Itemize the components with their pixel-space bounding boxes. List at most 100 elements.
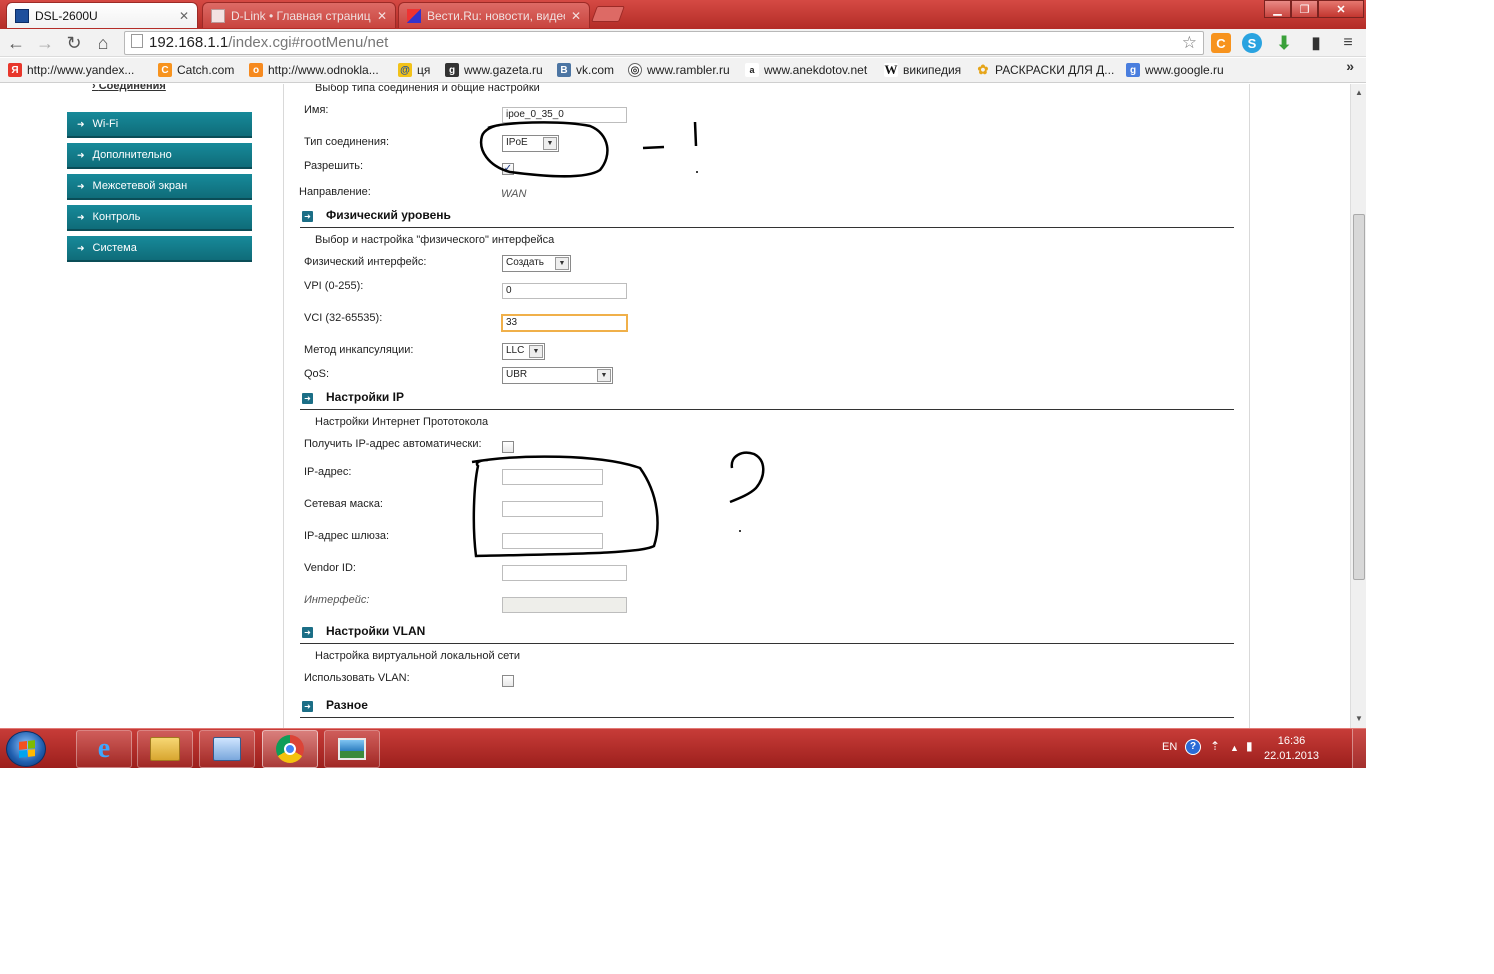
odnoklassniki-icon: o [249, 63, 263, 77]
explorer-folder-icon[interactable] [137, 730, 193, 768]
show-hidden-icons-icon[interactable]: ▲ [1230, 743, 1239, 753]
close-tab-icon[interactable]: ✕ [179, 9, 189, 23]
language-indicator[interactable]: EN [1162, 741, 1177, 753]
new-tab-button[interactable] [591, 6, 625, 22]
network-icon[interactable]: ⇡ [1210, 739, 1220, 753]
internet-explorer-icon[interactable]: e [76, 730, 132, 768]
subnet-mask-field[interactable] [502, 501, 603, 517]
qos-label: QoS: [304, 368, 330, 380]
vci-field[interactable]: 33 [501, 314, 628, 332]
scroll-thumb[interactable] [1353, 214, 1365, 580]
show-desktop-button[interactable] [1352, 729, 1366, 768]
image-viewer-icon[interactable] [324, 730, 380, 768]
section-arrow-icon: ➜ [302, 211, 313, 222]
bookmark-anekdotov[interactable]: a www.anekdotov.net [745, 62, 867, 78]
page-scrollbar[interactable]: ▲ ▼ [1350, 84, 1366, 728]
close-tab-icon[interactable]: ✕ [571, 9, 581, 23]
auto-ip-checkbox[interactable] [502, 441, 514, 453]
reload-button[interactable]: ↻ [62, 31, 86, 55]
scroll-up-icon[interactable]: ▲ [1351, 88, 1366, 97]
volume-icon[interactable]: ▮ [1246, 739, 1253, 753]
sidebar-item-control[interactable]: ➜ Контроль [67, 205, 252, 231]
start-button[interactable] [6, 731, 46, 767]
bookmark-gazeta[interactable]: g www.gazeta.ru [445, 62, 543, 78]
catch-extension-icon[interactable]: C [1211, 33, 1231, 53]
control-panel-icon[interactable] [199, 730, 255, 768]
sidebar-item-firewall[interactable]: ➜ Межсетевой экран [67, 174, 252, 200]
scroll-down-icon[interactable]: ▼ [1351, 714, 1366, 723]
vlan-description: Настройка виртуальной локальной сети [315, 650, 521, 662]
window-controls: ▁ ❐ ✕ [1264, 0, 1364, 18]
enable-checkbox[interactable]: ✓ [502, 163, 514, 175]
close-window-button[interactable]: ✕ [1318, 0, 1364, 18]
bookmark-star-icon[interactable]: ☆ [1182, 33, 1197, 53]
chevron-down-icon: ▼ [555, 257, 569, 270]
arrow-right-icon: ➜ [77, 149, 85, 160]
bookmark-wikipedia[interactable]: Wвикипедия [884, 62, 961, 78]
clock[interactable]: 16:36 22.01.2013 [1264, 734, 1319, 764]
bookmarks-overflow-button[interactable]: » [1346, 58, 1354, 74]
back-button[interactable]: ← [4, 31, 28, 55]
auto-ip-label: Получить IP-адрес автоматически: [304, 438, 482, 450]
tab-dsl-2600u[interactable]: DSL-2600U ✕ [6, 2, 198, 28]
help-icon[interactable]: ? [1185, 739, 1201, 755]
use-vlan-checkbox[interactable] [502, 675, 514, 687]
forward-button[interactable]: → [33, 31, 57, 55]
close-tab-icon[interactable]: ✕ [377, 9, 387, 23]
physical-description: Выбор и настройка "физического" интерфей… [315, 234, 555, 246]
bookmarks-bar: Яhttp://www.yandex... C Catch.com o http:/… [0, 58, 1366, 83]
bookmark-catch[interactable]: C Catch.com [158, 62, 234, 78]
bookmark-yandex[interactable]: Яhttp://www.yandex... [8, 62, 134, 78]
google-icon: g [1126, 63, 1140, 77]
menu-icon[interactable]: ≡ [1338, 33, 1358, 53]
address-bar[interactable]: 192.168.1.1/index.cgi#rootMenu/net ☆ [124, 31, 1204, 55]
sidebar-item-wifi[interactable]: ➜ Wi-Fi [67, 112, 252, 138]
sidebar-subitem-connections[interactable]: › Соединения [92, 84, 166, 92]
vendor-id-field[interactable] [502, 565, 627, 581]
gazeta-icon: g [445, 63, 459, 77]
yandex-icon: Я [8, 63, 22, 77]
coloring-icon: ✿ [977, 62, 989, 77]
connection-type-select[interactable]: IPoE ▼ [502, 135, 559, 152]
tab-dlink-home[interactable]: D-Link • Главная страниц ✕ [202, 2, 396, 28]
windows-logo-icon [19, 740, 35, 758]
encapsulation-select[interactable]: LLC ▼ [502, 343, 545, 360]
minimize-button[interactable]: ▁ [1264, 0, 1291, 18]
extension-plug-icon[interactable]: ▮ [1306, 33, 1326, 53]
vpi-field[interactable]: 0 [502, 283, 627, 299]
sidebar-item-system[interactable]: ➜ Система [67, 236, 252, 262]
physical-interface-select[interactable]: Создать ▼ [502, 255, 571, 272]
exclamation-bar [693, 121, 698, 147]
skype-extension-icon[interactable]: S [1242, 33, 1262, 53]
bookmark-mail[interactable]: @ ця [398, 62, 430, 78]
section-ip-header: ➜ Настройки IP [300, 390, 1234, 410]
bookmark-odnoklassniki[interactable]: o http://www.odnokla... [249, 62, 379, 78]
bookmark-vk[interactable]: Bvk.com [557, 62, 614, 78]
section-arrow-icon: ➜ [302, 701, 313, 712]
qos-select[interactable]: UBR ▼ [502, 367, 613, 384]
bookmark-raskraski[interactable]: ✿ РАСКРАСКИ ДЛЯ Д... [976, 62, 1115, 78]
sidebar-item-advanced[interactable]: ➜ Дополнительно [67, 143, 252, 169]
address-host: 192.168.1.1 [149, 34, 229, 51]
download-extension-icon[interactable]: ⬇ [1274, 33, 1294, 53]
direction-label: Направление: [299, 186, 371, 198]
enable-label: Разрешить: [304, 160, 364, 172]
bookmark-google[interactable]: g www.google.ru [1126, 62, 1224, 78]
question-mark [729, 451, 765, 504]
gateway-label: IP-адрес шлюза: [304, 530, 390, 542]
bookmark-rambler[interactable]: ◎ www.rambler.ru [628, 62, 730, 78]
section-vlan-title: Настройки VLAN [326, 624, 426, 638]
section-misc-title: Разное [326, 698, 368, 712]
gateway-field[interactable] [502, 533, 603, 549]
vendor-id-label: Vendor ID: [304, 562, 356, 574]
chrome-icon[interactable] [262, 730, 318, 768]
tab-vesti[interactable]: Вести.Ru: новости, видео ✕ [398, 2, 590, 28]
ip-address-field[interactable] [502, 469, 603, 485]
home-button[interactable]: ⌂ [91, 31, 115, 55]
browser-tab-strip: DSL-2600U ✕ D-Link • Главная страниц ✕ В… [0, 0, 1366, 30]
restore-button[interactable]: ❐ [1291, 0, 1318, 18]
section-misc-header: ➜ Разное [300, 698, 1234, 718]
catch-icon: C [158, 63, 172, 77]
mail-at-icon: @ [398, 63, 412, 77]
name-field[interactable]: ipoe_0_35_0 [502, 107, 627, 123]
